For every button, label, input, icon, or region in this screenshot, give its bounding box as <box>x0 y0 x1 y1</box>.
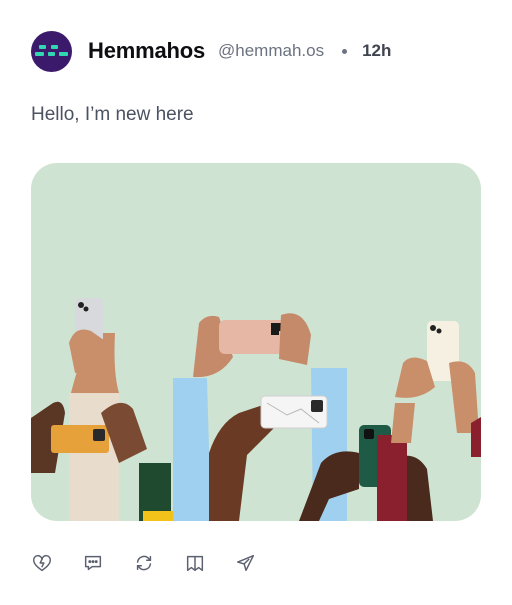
heart-icon <box>33 554 51 572</box>
post-actions <box>31 552 286 574</box>
comment-icon <box>84 555 102 571</box>
repost-button[interactable] <box>133 552 155 574</box>
post-header: Hemmahos @hemmah.os 12h <box>31 30 391 72</box>
bookmark-button[interactable] <box>184 552 206 574</box>
bookmark-icon <box>186 555 204 572</box>
author-name[interactable]: Hemmahos <box>88 38 205 64</box>
post-time[interactable]: 12h <box>362 41 391 61</box>
like-button[interactable] <box>31 552 53 574</box>
avatar[interactable] <box>31 30 72 72</box>
send-icon <box>237 554 255 572</box>
separator-dot <box>342 48 348 54</box>
comment-button[interactable] <box>82 552 104 574</box>
people-holding-phones-illustration <box>31 298 481 521</box>
author-handle[interactable]: @hemmah.os <box>218 41 324 61</box>
repost-icon <box>136 555 152 571</box>
post-text: Hello, I’m new here <box>31 104 194 125</box>
share-button[interactable] <box>235 552 257 574</box>
post-image[interactable] <box>31 163 481 521</box>
